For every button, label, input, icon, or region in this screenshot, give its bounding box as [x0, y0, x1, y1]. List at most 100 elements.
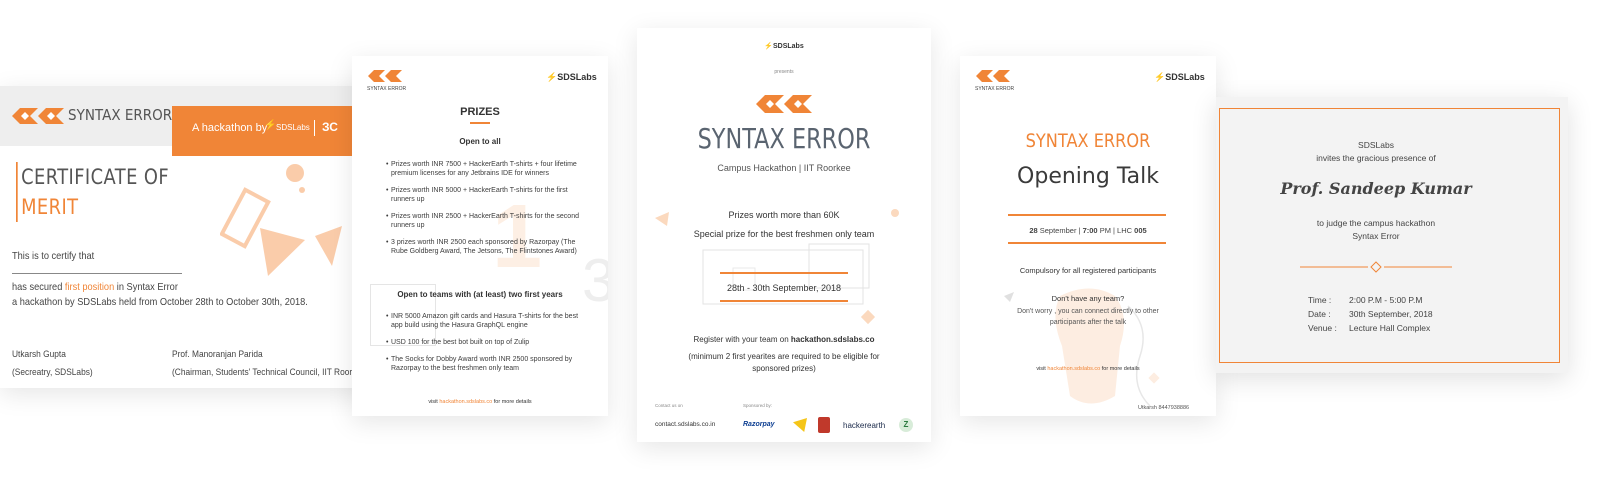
list-item: Prizes worth INR 7500 + HackerEarth T-sh…	[386, 160, 582, 178]
hackathon-by-text: A hackathon by	[192, 122, 268, 134]
sds-logo: ⚡SDSLabs	[637, 42, 931, 50]
certificate-card: SYNTAX ERROR A hackathon by ⚡ SDSLabs ЗС…	[0, 86, 372, 388]
schedule-pm: PM | LHC	[1099, 226, 1133, 235]
schedule-room: 005	[1134, 226, 1147, 235]
list-item: Prizes worth INR 2500 + HackerEarth T-sh…	[386, 212, 582, 230]
talk-title: SYNTAX ERROR	[1025, 130, 1151, 152]
certify-text: This is to certify that	[12, 250, 95, 262]
contact-label: Contact us on	[655, 403, 683, 408]
invitee-name: Prof. Sandeep Kumar	[1280, 179, 1472, 198]
syntax-error-logo-icon	[368, 70, 402, 82]
secured-suffix: in Syntax Error	[116, 281, 178, 293]
secured-prefix: has secured	[12, 281, 63, 293]
visit-link[interactable]: hackathon.sdslabs.co	[439, 399, 492, 405]
visit-suffix: for more details	[493, 399, 532, 405]
sponsor-badge-icon	[818, 417, 830, 433]
sds-logo-icon: ⚡	[764, 43, 773, 50]
prize-line2: Special prize for the best freshmen only…	[693, 229, 875, 239]
schedule-time: 7:00	[1082, 226, 1098, 235]
poster-card: ⚡SDSLabs presents SYNTAX ERROR Campus Ha…	[637, 28, 931, 442]
presents-text: presents	[774, 69, 794, 75]
sds-logo-text: SDSLabs	[557, 72, 597, 82]
signer2-name: Prof. Manoranjan Parida	[172, 349, 263, 360]
secured-highlight: first position	[64, 281, 115, 293]
poster-dates: 28th - 30th September, 2018	[726, 283, 842, 293]
sds-logo-text: SDSLabs	[772, 43, 804, 50]
visit-prefix: visit	[428, 399, 438, 405]
hackathon-by-banner: A hackathon by ⚡ SDSLabs ЗС	[172, 106, 372, 156]
syntax-error-logo-icon	[12, 108, 64, 124]
venue-label: Venue :	[1308, 323, 1337, 333]
prizes-visit: visit hackathon.sdslabs.co for more deta…	[352, 399, 608, 405]
opening-talk-card: SYNTAX ERROR ⚡SDSLabs SYNTAX ERROR Openi…	[960, 56, 1216, 416]
schedule-top-line	[1008, 214, 1166, 216]
razorpay-logo: Razorpay	[743, 421, 775, 428]
list-item: INR 5000 Amazon gift cards and Hasura T-…	[386, 312, 582, 330]
talk-compulsory: Compulsory for all registered participan…	[1019, 266, 1157, 275]
prizes-section2: Open to teams with (at least) two first …	[397, 290, 563, 299]
visit-link[interactable]: hackathon.sdslabs.co	[1047, 366, 1100, 372]
dates-top-line	[720, 272, 848, 274]
dates-bottom-line	[720, 300, 848, 302]
invite-text: invites the gracious presence of	[1316, 153, 1436, 163]
secured-line: has secured first position in Syntax Err…	[12, 281, 178, 293]
schedule-month: September |	[1039, 226, 1081, 235]
sds-logo-icon: ⚡	[264, 120, 277, 131]
date-label: Date :	[1308, 309, 1331, 319]
visit-suffix: for more details	[1101, 366, 1140, 372]
venue-value: Lecture Hall Complex	[1349, 323, 1431, 333]
schedule-bottom-line	[1008, 242, 1166, 244]
ornament-divider-icon	[1300, 261, 1452, 273]
signer1-name: Utkarsh Gupta	[12, 349, 66, 360]
list-item: Prizes worth INR 5000 + HackerEarth T-sh…	[386, 186, 582, 204]
list-item: USD 100 for the best bot built on top of…	[386, 338, 582, 347]
sponsored-label: Sponsored by:	[743, 403, 773, 408]
prizes-card: SYNTAX ERROR ⚡SDSLabs 1 3 PRIZES Open to…	[352, 56, 608, 416]
sds-logo-icon: ⚡	[1154, 72, 1166, 82]
banner-divider	[314, 120, 315, 136]
sds-logo: ⚡SDSLabs	[546, 72, 597, 83]
prizes-title: PRIZES	[460, 106, 500, 118]
talk-visit: visit hackathon.sdslabs.co for more deta…	[960, 366, 1216, 372]
sponsor-arrow-icon	[793, 418, 807, 432]
invite-purpose-line1: to judge the campus hackathon	[1316, 218, 1436, 228]
signer2-role: (Chairman, Students' Technical Council, …	[172, 367, 369, 378]
certificate-details: a hackathon by SDSLabs held from October…	[12, 296, 308, 308]
talk-no-team-answer: Don't worry , you can connect directly t…	[1017, 308, 1159, 326]
time-label: Time :	[1308, 295, 1332, 305]
invite-org: SDSLabs	[1358, 140, 1394, 150]
talk-logo-caption: SYNTAX ERROR	[975, 86, 1015, 92]
talk-no-team-question: Don't have any team?	[1051, 294, 1125, 303]
prizes-list2: INR 5000 Amazon gift cards and Hasura T-…	[386, 312, 582, 381]
minimum-note: (minimum 2 first yearites are required t…	[688, 352, 880, 373]
name-line	[12, 273, 182, 274]
signer1-role: (Secreatry, SDSLabs)	[12, 367, 93, 378]
prizes-section1: Open to all	[459, 137, 501, 146]
sds-logo-text: SDSLabs	[1165, 72, 1205, 82]
decorative-shapes-icon	[220, 164, 342, 276]
watermark-number3-icon: 3	[582, 247, 608, 314]
list-item: 3 prizes worth INR 2500 each sponsored b…	[386, 238, 582, 256]
invite-purpose-line2: Syntax Error	[1352, 231, 1400, 241]
invitation-card: SDSLabs invites the gracious presence of…	[1216, 97, 1568, 373]
title-underline	[470, 122, 490, 124]
stc-logo-icon: ЗС	[322, 120, 338, 134]
zulip-logo-icon: Z	[899, 418, 913, 432]
register-link[interactable]: hackathon.sdslabs.co	[791, 335, 875, 344]
sds-logo-icon: ⚡	[546, 72, 558, 82]
prizes-list1: Prizes worth INR 7500 + HackerEarth T-sh…	[386, 160, 582, 264]
syntax-error-logo-icon	[976, 70, 1010, 82]
certificate-brand: SYNTAX ERROR	[68, 106, 173, 124]
poster-subtitle: Campus Hackathon | IIT Roorkee	[717, 163, 851, 173]
prizes-logo-caption: SYNTAX ERROR	[367, 86, 407, 92]
contact-email[interactable]: contact.sdslabs.co.in	[655, 421, 715, 428]
date-value: 30th September, 2018	[1349, 309, 1433, 319]
talk-schedule: 28 September | 7:00 PM | LHC 005	[960, 226, 1216, 235]
list-item: The Socks for Dobby Award worth INR 2500…	[386, 355, 582, 373]
visit-prefix: visit	[1036, 366, 1046, 372]
syntax-error-logo-icon	[756, 95, 812, 113]
certificate-title: CERTIFICATE OF MERIT	[16, 162, 169, 222]
certificate-title-line2: MERIT	[21, 195, 79, 219]
sds-logo: ⚡SDSLabs	[1154, 72, 1205, 83]
time-value: 2:00 P.M - 5:00 P.M	[1349, 295, 1423, 305]
